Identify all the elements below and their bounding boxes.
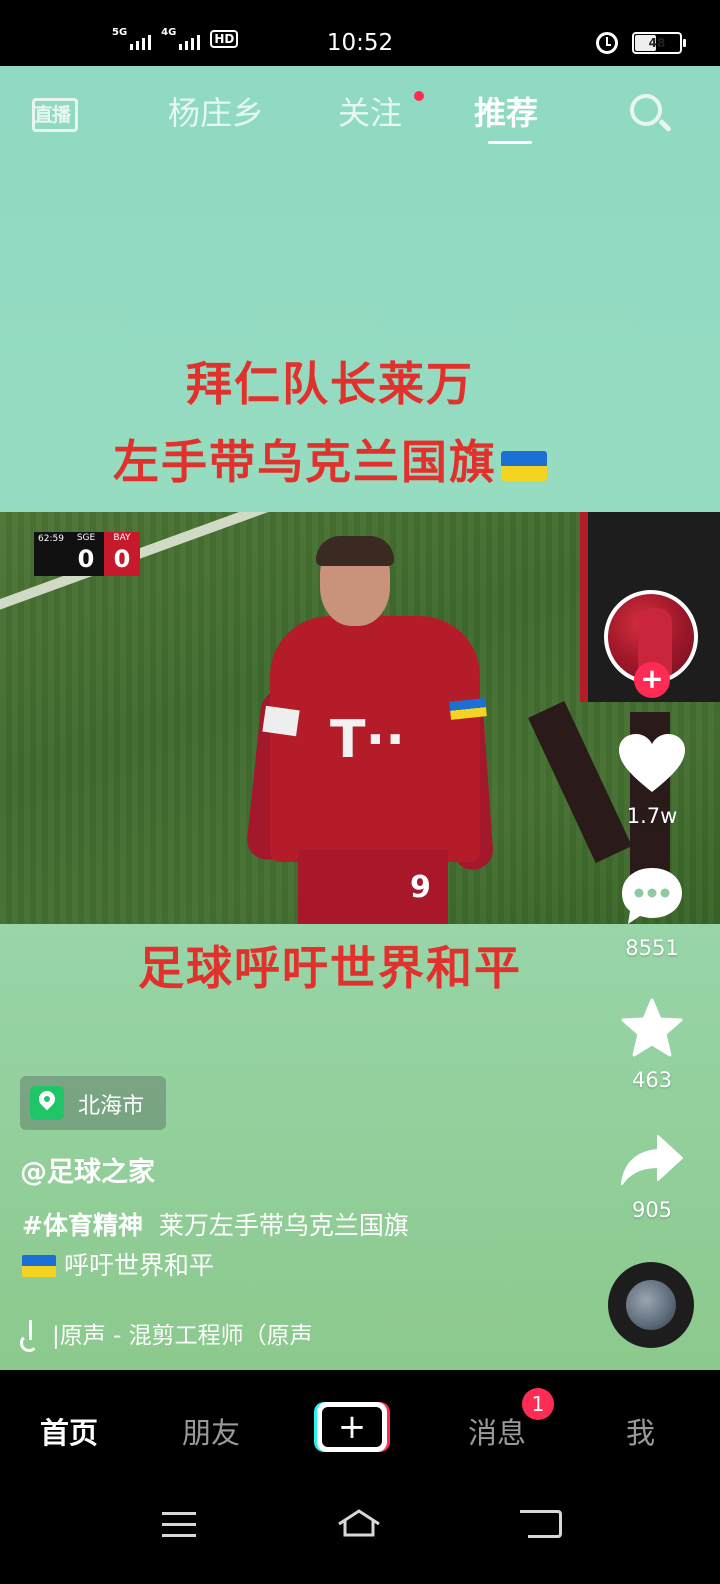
music-track[interactable]: |原声 - 混剪工程师（原声	[20, 1316, 313, 1352]
menu-icon[interactable]	[162, 1512, 196, 1537]
home-score: 0	[77, 545, 95, 573]
favorite-count: 463	[631, 1068, 673, 1092]
opponent-player	[528, 512, 720, 924]
away-score: 0	[113, 545, 131, 573]
home-icon[interactable]	[336, 1508, 382, 1538]
live-icon[interactable]: 直播	[32, 88, 78, 134]
music-title: |原声 - 混剪工程师（原声	[52, 1323, 313, 1349]
battery-level: 48	[648, 36, 666, 50]
caption-line1: 拜仁队长莱万	[186, 357, 474, 411]
active-tab-underline	[488, 141, 532, 144]
back-icon[interactable]	[520, 1510, 562, 1538]
star-icon	[621, 998, 683, 1057]
plus-icon: +	[322, 1407, 382, 1447]
tab-messages[interactable]: 消息	[468, 1410, 526, 1452]
desc-line2: 呼吁世界和平	[64, 1251, 215, 1280]
top-nav: 直播 杨庄乡 关注 推荐	[0, 66, 720, 156]
ukraine-flag-icon	[501, 450, 547, 481]
ukraine-flag-small-icon	[22, 1255, 56, 1277]
scoreboard: 62:59 SGE 0 BAY 0	[34, 532, 140, 576]
author-name[interactable]: @足球之家	[20, 1150, 155, 1189]
bottom-tab-bar: 首页 朋友 + 消息 1 我	[0, 1370, 720, 1488]
away-team: BAY 0	[104, 532, 140, 576]
tab-home[interactable]: 首页	[40, 1410, 98, 1452]
desc-line1: 莱万左手带乌克兰国旗	[158, 1211, 409, 1240]
create-button[interactable]: +	[314, 1402, 390, 1452]
video-description[interactable]: #体育精神 莱万左手带乌克兰国旗 呼吁世界和平	[22, 1206, 562, 1286]
location-pin-icon	[30, 1086, 64, 1120]
captain-armband	[449, 698, 487, 720]
caption-line2: 左手带乌克兰国旗	[0, 426, 660, 492]
status-bar: 5G 4G HD 10:52 48	[0, 0, 720, 66]
tab-following[interactable]: 关注	[338, 88, 402, 134]
tab-friends[interactable]: 朋友	[182, 1410, 240, 1452]
match-clock: 62:59	[38, 534, 64, 544]
heart-icon	[619, 734, 685, 792]
messages-badge: 1	[522, 1388, 554, 1420]
share-icon	[621, 1135, 683, 1185]
system-nav-bar	[0, 1488, 720, 1584]
comment-count: 8551	[625, 936, 679, 960]
hashtag[interactable]: #体育精神	[22, 1211, 143, 1240]
tab-local[interactable]: 杨庄乡	[168, 88, 264, 134]
alarm-icon	[596, 32, 618, 54]
music-disc-icon[interactable]	[608, 1262, 694, 1348]
home-team-name: SGE	[76, 533, 96, 543]
search-icon[interactable]	[628, 92, 672, 136]
comment-icon	[622, 868, 682, 924]
share-count: 905	[631, 1198, 673, 1222]
caption-bottom: 足球呼吁世界和平	[138, 941, 522, 995]
location-tag[interactable]: 北海市	[20, 1076, 166, 1130]
music-note-icon	[20, 1320, 42, 1352]
location-text: 北海市	[78, 1094, 145, 1119]
caption-line2-text: 左手带乌克兰国旗	[113, 435, 497, 489]
home-team: SGE 0	[68, 532, 104, 576]
comment-button[interactable]: 8551	[616, 866, 688, 960]
like-button[interactable]: 1.7w	[616, 734, 688, 828]
follow-button[interactable]: +	[634, 662, 670, 698]
following-notification-dot	[414, 91, 424, 101]
video-feed[interactable]: 直播 杨庄乡 关注 推荐 拜仁队长莱万 左手带乌克兰国旗 T·· 9 62:59	[0, 66, 720, 1370]
away-team-name: BAY	[113, 533, 131, 543]
share-button[interactable]: 905	[616, 1132, 688, 1222]
favorite-button[interactable]: 463	[616, 998, 688, 1092]
video-frame[interactable]: T·· 9 62:59 SGE 0 BAY 0	[0, 512, 720, 924]
tab-me[interactable]: 我	[626, 1410, 655, 1452]
battery-icon: 48	[632, 32, 686, 54]
tab-recommended[interactable]: 推荐	[474, 88, 538, 134]
live-icon-text: 直播	[34, 104, 71, 126]
like-count: 1.7w	[626, 804, 678, 828]
player-figure: T·· 9	[245, 536, 510, 924]
